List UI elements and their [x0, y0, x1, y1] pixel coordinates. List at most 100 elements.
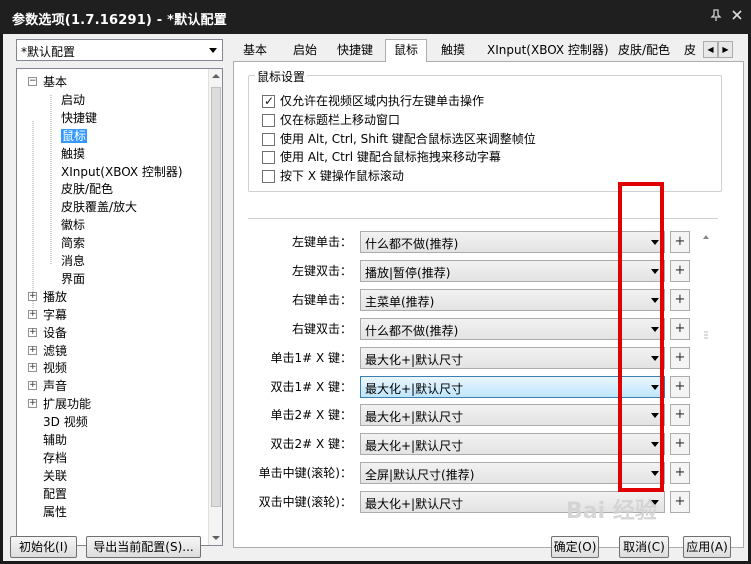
add-action-button[interactable]: +: [670, 346, 690, 369]
add-action-button[interactable]: +: [670, 317, 690, 340]
tree-item-label: 简索: [61, 236, 86, 251]
tree-item-label: 触摸: [61, 146, 86, 161]
tree-item[interactable]: 触摸: [61, 145, 85, 163]
action-label: 双击中键(滚轮)：: [258, 495, 352, 510]
action-label: 左键双击：: [291, 263, 352, 278]
add-action-button[interactable]: +: [670, 404, 690, 427]
tree-item[interactable]: XInput(XBOX 控制器): [61, 163, 183, 181]
close-icon[interactable]: [729, 8, 745, 24]
tree-item[interactable]: 消息: [61, 252, 85, 270]
expand-icon[interactable]: +: [28, 399, 37, 409]
tree-scroll-thumb[interactable]: [211, 87, 221, 507]
tree-item[interactable]: + 视频: [28, 359, 67, 377]
tab[interactable]: 触摸: [441, 41, 465, 61]
action-dropdown-value: 最大化+|默认尺寸: [365, 439, 464, 454]
tree-item[interactable]: 界面: [61, 270, 85, 288]
expand-icon[interactable]: +: [28, 345, 37, 355]
tree-item-label: 设备: [43, 325, 68, 340]
tab[interactable]: XInput(XBOX 控制器): [487, 41, 609, 61]
tree-item-label: 启动: [61, 92, 86, 107]
annotation-highlight-box: [618, 182, 664, 492]
tree-item[interactable]: 徽标: [61, 216, 85, 234]
tree-item-label: 3D 视频: [43, 415, 88, 430]
tree-item[interactable]: + 播放: [28, 288, 67, 306]
tree-item[interactable]: − 基本: [28, 73, 67, 91]
action-dropdown-value: 最大化+|默认尺寸: [365, 381, 464, 396]
action-label: 单击1# X 键：: [270, 350, 352, 365]
tree-item[interactable]: 鼠标: [61, 127, 88, 145]
initialize-button[interactable]: 初始化(I): [10, 536, 77, 558]
expand-icon[interactable]: +: [28, 363, 37, 373]
add-action-button[interactable]: +: [670, 288, 690, 311]
expand-icon[interactable]: +: [28, 291, 37, 301]
checkbox-label: 使用 Alt, Ctrl 键配合鼠标拖拽来移动字幕: [280, 150, 501, 165]
tree-item[interactable]: 皮肤覆盖/放大: [61, 198, 137, 216]
action-dropdown-value: 最大化+|默认尺寸: [365, 497, 464, 512]
tab[interactable]: 鼠标: [385, 39, 428, 62]
checkbox-checked-icon[interactable]: [262, 93, 275, 109]
tab[interactable]: 快捷键: [337, 41, 373, 61]
tree-item[interactable]: + 声音: [28, 377, 68, 395]
panel-scrollbar[interactable]: [701, 232, 711, 512]
tree-item[interactable]: 皮肤/配色: [61, 180, 113, 198]
action-label: 单击2# X 键：: [270, 408, 352, 423]
profile-value: *默认配置: [21, 45, 76, 59]
tree-item-label: 扩展功能: [43, 397, 92, 412]
tree-item-label: XInput(XBOX 控制器): [61, 164, 183, 179]
expand-icon[interactable]: +: [28, 381, 37, 391]
tree-scrollbar[interactable]: [208, 69, 222, 545]
tree-item[interactable]: + 字幕: [28, 306, 67, 324]
tree-item[interactable]: + 滤镜: [28, 342, 68, 360]
tree-item-label: 滤镜: [43, 343, 68, 358]
scroll-up-icon[interactable]: [212, 74, 220, 78]
tree-item-label: 消息: [61, 254, 86, 268]
tree-item[interactable]: 简索: [61, 234, 85, 252]
checkbox-icon[interactable]: [262, 151, 275, 165]
expand-icon[interactable]: +: [28, 327, 37, 337]
action-label: 双击2# X 键：: [270, 437, 352, 452]
tree-item[interactable]: 存档: [43, 449, 67, 467]
tree-item[interactable]: 属性: [43, 503, 67, 521]
tree-item[interactable]: 关联: [43, 467, 67, 485]
tab-scroll-left-icon[interactable]: ◀: [703, 41, 718, 58]
tree-item-label: 徽标: [61, 218, 86, 233]
ok-button[interactable]: 确定(O): [551, 536, 599, 558]
profile-dropdown[interactable]: *默认配置: [16, 39, 223, 61]
add-action-button[interactable]: +: [670, 231, 690, 253]
scroll-down-icon[interactable]: [212, 536, 220, 540]
tree-item[interactable]: 快捷键: [61, 109, 97, 127]
tree-item-label: 配置: [43, 486, 68, 501]
tab[interactable]: 皮: [684, 41, 696, 61]
action-label: 左键单击：: [291, 235, 352, 249]
add-action-button[interactable]: +: [670, 375, 690, 398]
tree-item-label: 快捷键: [61, 110, 98, 125]
tab-scroll-right-icon[interactable]: ▶: [718, 41, 733, 58]
add-action-button[interactable]: +: [670, 462, 690, 485]
tree-item[interactable]: 3D 视频: [43, 413, 88, 431]
category-tree: − 基本 启动快捷键鼠标触摸 XInput(XBOX 控制器) 皮肤/配色 皮肤覆盖/放大…: [16, 68, 223, 546]
add-action-button[interactable]: +: [670, 491, 690, 514]
collapse-icon[interactable]: −: [28, 77, 37, 86]
apply-button[interactable]: 应用(A): [683, 536, 731, 558]
tree-item-label: 鼠标: [61, 128, 88, 143]
tree-item[interactable]: 启动: [61, 91, 85, 109]
tab[interactable]: 启始: [293, 41, 317, 61]
tree-item[interactable]: + 扩展功能: [28, 395, 92, 413]
add-action-button[interactable]: +: [670, 433, 690, 456]
add-action-button[interactable]: +: [670, 259, 690, 282]
chevron-down-icon: [209, 48, 217, 53]
tree-item[interactable]: 辅助: [43, 431, 67, 449]
tree-item-label: 声音: [43, 379, 68, 394]
expand-icon[interactable]: +: [28, 309, 37, 319]
tree-item[interactable]: 配置: [43, 485, 67, 503]
checkbox-label: 仅在标题栏上移动窗口: [280, 112, 401, 127]
tree-item[interactable]: + 设备: [28, 324, 68, 342]
checkbox-icon[interactable]: [262, 113, 275, 127]
pin-icon[interactable]: [708, 8, 724, 24]
tab[interactable]: 皮肤/配色: [618, 41, 670, 61]
checkbox-icon[interactable]: [262, 170, 275, 184]
export-config-button[interactable]: 导出当前配置(S)...: [86, 536, 201, 558]
tab[interactable]: 基本: [243, 41, 267, 61]
checkbox-icon[interactable]: [262, 132, 275, 146]
cancel-button[interactable]: 取消(C): [619, 536, 669, 558]
